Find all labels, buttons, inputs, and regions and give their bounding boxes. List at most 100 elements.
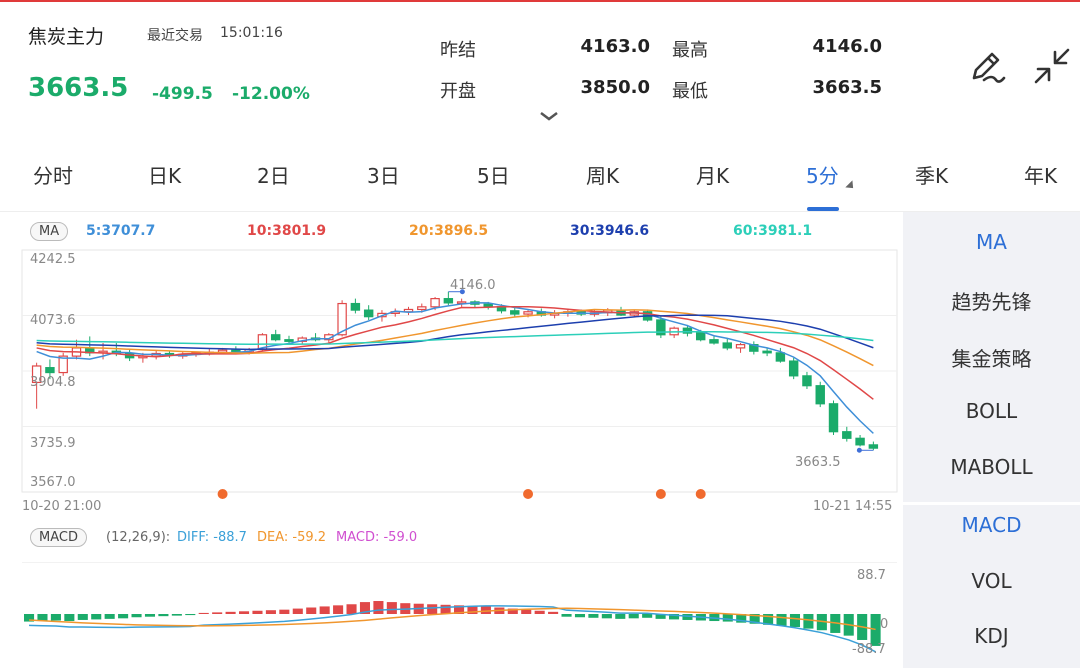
macd-bar-negative <box>144 614 156 617</box>
macd-bar-negative <box>131 614 142 618</box>
candle-down <box>722 342 732 349</box>
high-value: 4146.0 <box>812 36 882 57</box>
event-dot <box>523 489 534 499</box>
indicator-boll[interactable]: BOLL <box>903 399 1080 423</box>
macd-bar-negative <box>722 614 733 622</box>
macd-bar-positive <box>373 601 384 614</box>
indicator-kdj[interactable]: KDJ <box>903 624 1080 648</box>
macd-bar-negative <box>628 614 639 619</box>
macd-bar-negative <box>50 614 61 621</box>
price-axis-label-3: 3904.8 <box>30 375 76 390</box>
time-axis-end: 10-21 14:55 <box>813 499 893 514</box>
macd-chart[interactable] <box>0 562 900 668</box>
macd-bar-positive <box>346 604 357 614</box>
indicator-vol[interactable]: VOL <box>903 569 1080 593</box>
macd-bar-positive <box>265 610 276 614</box>
macd-bar-negative <box>64 614 75 622</box>
ma30-legend: 30:3946.6 <box>570 223 650 239</box>
macd-bar-positive <box>333 605 344 614</box>
macd-bar-negative <box>77 614 88 620</box>
low-value: 3663.5 <box>812 77 882 98</box>
candle-up <box>417 306 427 311</box>
candle-down <box>45 367 55 374</box>
macd-bar-positive <box>225 611 236 614</box>
tab-monthly-k[interactable]: 月K <box>696 160 729 189</box>
prev-settle-value: 4163.0 <box>580 36 650 57</box>
candle-down <box>815 385 825 405</box>
macd-bar-negative <box>171 614 182 616</box>
event-dot <box>217 489 228 499</box>
candle-down <box>350 302 361 311</box>
macd-axis-top: 88.7 <box>857 568 886 583</box>
price-axis-label-4: 3735.9 <box>30 436 76 451</box>
ma5-legend: 5:3707.7 <box>86 223 156 239</box>
price-axis-label-2: 4073.6 <box>30 313 76 328</box>
macd-bar-negative <box>615 614 626 619</box>
macd-bar-positive <box>292 608 303 614</box>
low-annotation: 3663.5 <box>795 455 841 470</box>
macd-bar-negative <box>803 614 814 629</box>
tab-5day[interactable]: 5日 <box>477 160 510 189</box>
tab-yearly-k[interactable]: 年K <box>1024 160 1057 189</box>
macd-axis-bottom: -88.7 <box>852 642 886 657</box>
candle-down <box>363 309 374 318</box>
chevron-down-icon[interactable] <box>539 108 559 122</box>
candle-down <box>842 431 852 439</box>
time-axis-start: 10-20 21:00 <box>22 499 102 514</box>
trade-time: 15:01:16 <box>220 25 283 41</box>
macd-bar-positive <box>198 612 209 614</box>
candle-down <box>284 339 294 342</box>
candle-up <box>430 298 440 308</box>
ma10-legend: 10:3801.9 <box>247 223 327 239</box>
collapse-arrows-icon[interactable] <box>1030 44 1074 88</box>
ma-toggle-pill[interactable]: MA <box>30 222 69 241</box>
tab-quarterly-k[interactable]: 季K <box>915 160 948 189</box>
tab-dropdown-triangle-icon[interactable] <box>845 180 857 192</box>
indicator-macd[interactable]: MACD <box>903 513 1080 537</box>
macd-bar-negative <box>118 614 129 619</box>
pen-tool-icon[interactable] <box>966 44 1010 88</box>
tab-intraday[interactable]: 分时 <box>33 160 73 189</box>
tab-3day[interactable]: 3日 <box>367 160 400 189</box>
prev-settle-label: 昨结 <box>440 40 476 61</box>
macd-dea-legend: DEA: -59.2 <box>257 530 327 545</box>
ma60-legend: 60:3981.1 <box>733 223 813 239</box>
tab-weekly-k[interactable]: 周K <box>586 160 619 189</box>
candle-down <box>695 332 706 341</box>
indicator-maboll[interactable]: MABOLL <box>903 455 1080 479</box>
macd-bar-positive <box>279 609 290 614</box>
tab-daily-k[interactable]: 日K <box>148 160 181 189</box>
macd-bar-negative <box>642 614 653 618</box>
candle-down <box>868 444 879 449</box>
tab-5min[interactable]: 5分 <box>806 160 839 189</box>
top-accent-line <box>0 0 1080 2</box>
candle-down <box>270 334 281 341</box>
tab-2day[interactable]: 2日 <box>257 160 290 189</box>
indicator-gold-strategy[interactable]: 集金策略 <box>903 343 1080 372</box>
macd-bar-positive <box>427 604 438 614</box>
macd-bar-negative <box>91 614 102 620</box>
macd-value-legend: MACD: -59.0 <box>336 530 418 545</box>
macd-bar-negative <box>601 614 612 619</box>
macd-bar-positive <box>252 610 263 614</box>
contract-name: 焦炭主力 <box>28 26 105 48</box>
high-label: 最高 <box>672 40 708 61</box>
recent-trade-label: 最近交易 <box>147 28 203 44</box>
candle-down <box>775 352 786 362</box>
candle-down <box>510 310 520 315</box>
candle-down <box>762 350 772 354</box>
sub-indicator-panel: MACD VOL KDJ <box>903 505 1080 668</box>
macd-bar-negative <box>776 614 787 626</box>
price-axis-label-top: 4242.5 <box>30 252 76 267</box>
macd-bar-negative <box>574 614 586 618</box>
last-price: 3663.5 <box>28 73 129 103</box>
macd-bar-positive <box>319 606 330 614</box>
candle-down <box>802 375 812 387</box>
open-label: 开盘 <box>440 81 476 102</box>
price-axis-label-bottom: 3567.0 <box>30 475 76 490</box>
indicator-trend-pioneer[interactable]: 趋势先锋 <box>903 286 1080 315</box>
macd-bar-positive <box>212 612 223 614</box>
macd-toggle-pill[interactable]: MACD <box>30 528 87 547</box>
indicator-ma[interactable]: MA <box>903 230 1080 254</box>
macd-bar-negative <box>185 614 196 616</box>
